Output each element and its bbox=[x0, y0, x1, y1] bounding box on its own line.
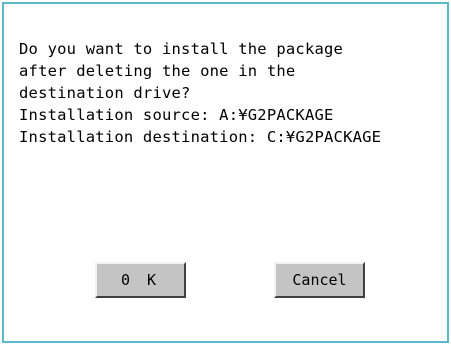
message-line-3: destination drive? bbox=[19, 84, 191, 102]
cancel-button-label: Cancel bbox=[292, 271, 347, 289]
install-confirm-dialog: Do you want to install the package after … bbox=[2, 2, 449, 343]
installation-source-line: Installation source: A:¥G2PACKAGE bbox=[19, 106, 334, 124]
installation-destination-line: Installation destination: C:¥G2PACKAGE bbox=[19, 128, 382, 146]
message-line-1: Do you want to install the package bbox=[19, 40, 344, 58]
ok-button-label: 0 K bbox=[120, 271, 161, 289]
dialog-message: Do you want to install the package after … bbox=[19, 38, 381, 148]
cancel-button[interactable]: Cancel bbox=[274, 262, 365, 298]
message-line-2: after deleting the one in the bbox=[19, 62, 296, 80]
ok-button[interactable]: 0 K bbox=[95, 262, 186, 298]
